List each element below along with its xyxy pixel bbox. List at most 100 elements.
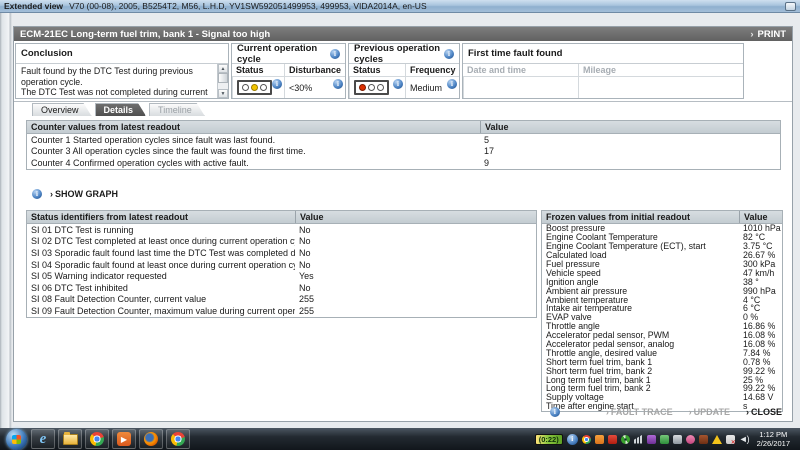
- mileage-cell: [578, 77, 743, 98]
- frequency-cell: Medium: [405, 77, 459, 98]
- vehicle-profile-text: V70 (00-08), 2005, B5254T2, M56, L.H.D, …: [69, 1, 427, 11]
- table-row: Counter 4 Confirmed operation cycles wit…: [27, 157, 780, 169]
- tray-icon-purple[interactable]: [647, 435, 656, 444]
- row-label: SI 04 Sporadic fault found at least once…: [27, 260, 295, 270]
- table-row: SI 03 Sporadic fault found last time the…: [27, 247, 536, 259]
- value-column-header: Value: [739, 211, 782, 223]
- light-yellow: [251, 84, 258, 91]
- info-icon[interactable]: [444, 49, 454, 59]
- table-row: SI 08 Fault Detection Counter, current v…: [27, 294, 536, 306]
- table-row: SI 05 Warning indicator requestedYes: [27, 270, 536, 282]
- table-row: Counter 1 Started operation cycles since…: [27, 134, 780, 146]
- row-value: No: [295, 260, 536, 270]
- conclusion-box: Conclusion Fault found by the DTC Test d…: [15, 43, 229, 99]
- footer-actions: FAULT TRACE UPDATE CLOSE: [550, 407, 782, 417]
- print-button[interactable]: PRINT: [750, 29, 786, 40]
- chrome-icon[interactable]: [85, 429, 109, 449]
- clock-time: 1:12 PM: [759, 430, 787, 439]
- previous-operation-cycles-box: Previous operation cycles Status Frequen…: [348, 43, 460, 99]
- row-label: SI 08 Fault Detection Counter, current v…: [27, 294, 295, 304]
- tray-icon-orange[interactable]: [595, 435, 604, 444]
- info-icon[interactable]: [333, 79, 343, 89]
- browser-icon[interactable]: [166, 429, 190, 449]
- previous-status-cell: [349, 77, 405, 98]
- info-icon[interactable]: [393, 79, 403, 89]
- show-graph-button[interactable]: SHOW GRAPH: [50, 189, 118, 199]
- battery-indicator[interactable]: (0:22): [535, 434, 563, 445]
- row-value: 5: [480, 135, 780, 145]
- frozen-values-table: Frozen values from initial readout Value…: [541, 210, 783, 412]
- window-close-button[interactable]: [785, 2, 796, 11]
- disturbance-header: Disturbance: [284, 64, 345, 77]
- taskbar-apps: e: [31, 429, 190, 449]
- start-button[interactable]: [6, 429, 27, 450]
- row-label: SI 09 Fault Detection Counter, maximum v…: [27, 306, 295, 316]
- current-status-cell: [232, 77, 284, 98]
- tab-timeline: Timeline: [149, 103, 205, 116]
- light-red: [359, 84, 366, 91]
- current-operation-cycle-box: Current operation cycle Status Disturban…: [231, 43, 346, 99]
- conclusion-scrollbar[interactable]: [217, 64, 228, 98]
- scrollbar-track[interactable]: [218, 73, 228, 89]
- first-time-fault-found-box: First time fault found Date and time Mil…: [462, 43, 744, 99]
- scroll-up-icon[interactable]: [218, 64, 228, 73]
- frozen-table-header: Frozen values from initial readout: [542, 211, 739, 223]
- status-header: Status: [349, 64, 405, 77]
- internet-explorer-icon[interactable]: e: [31, 429, 55, 449]
- system-tray: (0:22) 1:12 PM 2/26/2017: [535, 430, 798, 448]
- tray-icon-green[interactable]: [660, 435, 669, 444]
- close-button[interactable]: CLOSE: [746, 407, 782, 417]
- traffic-light-indicator: [237, 80, 272, 95]
- media-player-icon[interactable]: [112, 429, 136, 449]
- tray-icon-brown[interactable]: [699, 435, 708, 444]
- row-value: No: [295, 236, 536, 246]
- row-label: Counter 4 Confirmed operation cycles wit…: [27, 158, 480, 168]
- print-label: PRINT: [758, 29, 787, 40]
- tray-sync-icon[interactable]: [621, 435, 630, 444]
- info-icon[interactable]: [32, 189, 42, 199]
- row-value: 255: [295, 294, 536, 304]
- counter-table-header: Counter values from latest readout: [27, 121, 480, 133]
- scroll-down-icon[interactable]: [218, 89, 228, 98]
- scrollbar-thumb[interactable]: [218, 73, 228, 83]
- status-table-header: Status identifiers from latest readout: [27, 211, 295, 223]
- window-titlebar[interactable]: Extended view V70 (00-08), 2005, B5254T2…: [0, 0, 800, 13]
- firefox-icon[interactable]: [139, 429, 163, 449]
- date-time-cell: [463, 77, 578, 98]
- mileage-header: Mileage: [578, 64, 743, 77]
- row-label: SI 05 Warning indicator requested: [27, 271, 295, 281]
- network-signal-icon[interactable]: [634, 435, 643, 444]
- warning-tray-icon[interactable]: [712, 435, 722, 444]
- window-frame: ECM-21EC Long-term fuel trim, bank 1 - S…: [0, 13, 800, 428]
- frequency-value: Medium: [410, 83, 442, 93]
- taskbar-clock[interactable]: 1:12 PM 2/26/2017: [753, 430, 794, 448]
- info-icon[interactable]: [272, 79, 282, 89]
- volume-icon[interactable]: [739, 434, 749, 444]
- row-value: 9: [480, 158, 780, 168]
- info-tray-icon[interactable]: [567, 434, 578, 445]
- row-label: SI 03 Sporadic fault found last time the…: [27, 248, 295, 258]
- action-center-flag-icon[interactable]: [726, 435, 735, 444]
- row-value: 255: [295, 306, 536, 316]
- fault-trace-button: FAULT TRACE: [606, 407, 673, 417]
- conclusion-title: Conclusion: [16, 44, 228, 64]
- tab-details[interactable]: Details: [95, 103, 147, 116]
- file-explorer-icon[interactable]: [58, 429, 82, 449]
- tray-icon-pink[interactable]: [686, 435, 695, 444]
- tray-chrome-icon[interactable]: [582, 435, 591, 444]
- clock-date: 2/26/2017: [757, 439, 790, 448]
- tab-strip: Overview Details Timeline: [32, 103, 205, 116]
- disturbance-value: <30%: [289, 83, 312, 93]
- table-row: Counter 3 All operation cycles since the…: [27, 146, 780, 158]
- tray-antivirus-icon[interactable]: [608, 435, 617, 444]
- info-icon[interactable]: [447, 79, 457, 89]
- status-header: Status: [232, 64, 284, 77]
- row-label: SI 01 DTC Test is running: [27, 225, 295, 235]
- tray-icon-gray[interactable]: [673, 435, 682, 444]
- dtc-title: ECM-21EC Long-term fuel trim, bank 1 - S…: [20, 29, 270, 40]
- previous-cycles-title: Previous operation cycles: [354, 43, 444, 65]
- info-icon[interactable]: [330, 49, 340, 59]
- row-value: No: [295, 248, 536, 258]
- tab-overview[interactable]: Overview: [32, 103, 92, 116]
- info-icon[interactable]: [550, 407, 560, 417]
